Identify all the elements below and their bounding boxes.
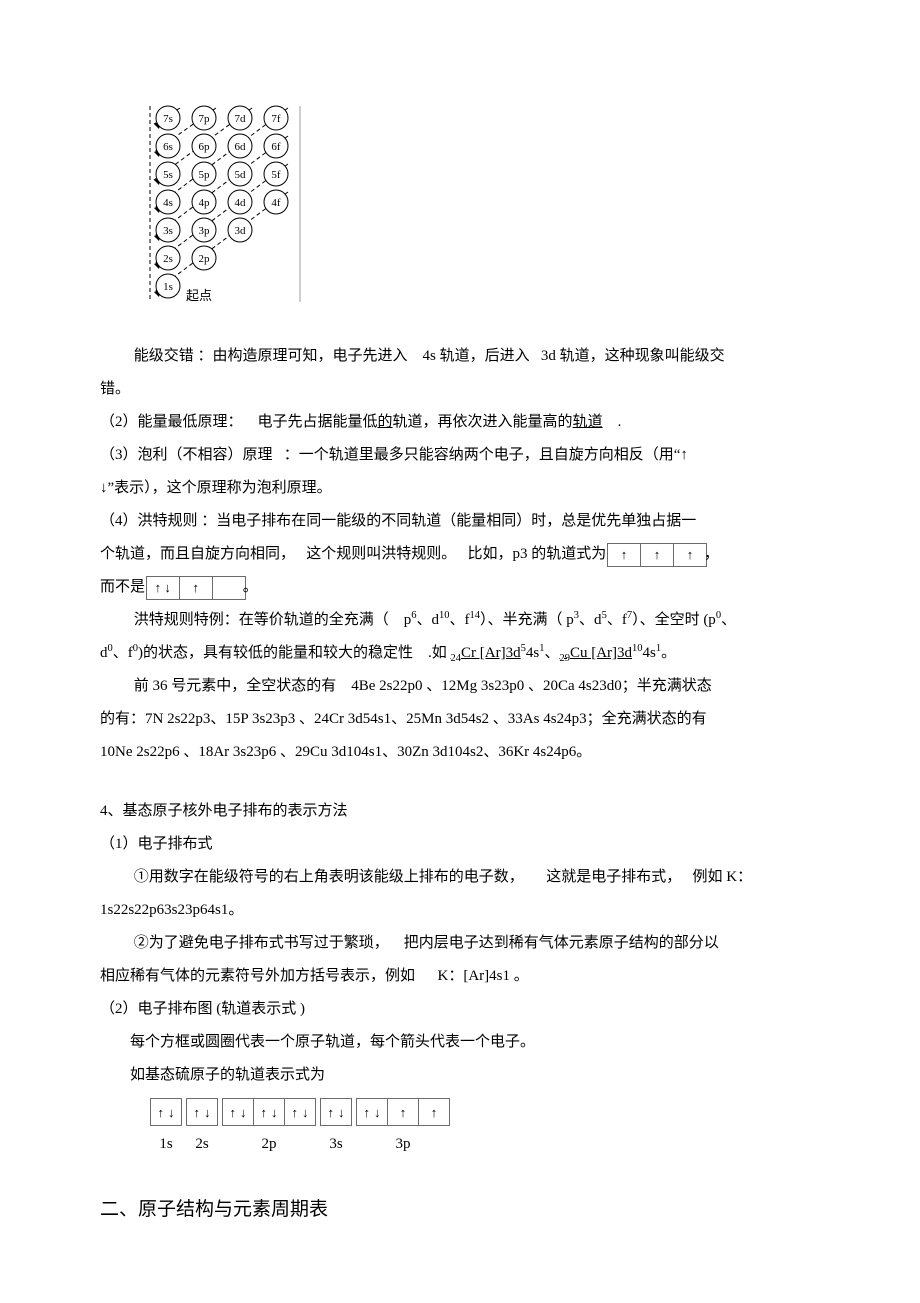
svg-text:7d: 7d xyxy=(235,113,247,125)
svg-text:2p: 2p xyxy=(199,253,211,265)
p-pauli-1: （3）泡利（不相容）原理 ：一个轨道里最多只能容纳两个电子，且自旋方向相反（用“… xyxy=(100,439,820,472)
svg-text:3s: 3s xyxy=(163,225,173,237)
p-level-cross: 能级交错 ：由构造原理可知，电子先进入 4s 轨道，后进入 3d 轨道，这种现象… xyxy=(100,340,820,373)
svg-text:5s: 5s xyxy=(163,169,173,181)
svg-text:4d: 4d xyxy=(235,197,247,209)
svg-text:7f: 7f xyxy=(271,113,281,125)
s4-2a: 每个方框或圆圈代表一个原子轨道，每个箭头代表一个电子。 xyxy=(100,1026,820,1059)
svg-text:4s: 4s xyxy=(163,197,173,209)
p-36-1: 前 36 号元素中，全空状态的有 4Be 2s22p0 、12Mg 3s23p0… xyxy=(100,670,820,703)
s4-2b: 如基态硫原子的轨道表示式为 xyxy=(100,1059,820,1092)
s4-2: （2）电子排布图 (轨道表示式 ) xyxy=(100,993,820,1026)
orbital-box-diagram: ↑↓1s↑↓2s↑↓↑↓↑↓2p↑↓3s↑↓↑↑3p xyxy=(150,1098,454,1161)
s4-1: （1）电子排布式 xyxy=(100,828,820,861)
svg-text:4f: 4f xyxy=(271,197,281,209)
orbital-inline-1: ↑↑↑ xyxy=(607,543,707,567)
p-hund-2: 个轨道，而且自旋方向相同， 这个规则叫洪特规则。 比如，p3 的轨道式为 ↑↑↑… xyxy=(100,538,820,571)
svg-text:6s: 6s xyxy=(163,141,173,153)
svg-text:3p: 3p xyxy=(199,225,211,237)
p-pauli-2: ↓”表示），这个原理称为泡利原理。 xyxy=(100,472,820,505)
svg-text:7p: 7p xyxy=(199,113,211,125)
svg-text:6p: 6p xyxy=(199,141,211,153)
section-2-title: 二、原子结构与元素周期表 xyxy=(100,1189,820,1231)
p-36-3: 10Ne 2s22p6 、18Ar 3s23p6 、29Cu 3d104s1、3… xyxy=(100,736,820,769)
svg-text:5p: 5p xyxy=(199,169,211,181)
svg-text:1s: 1s xyxy=(163,281,173,293)
s4-title: 4、基态原子核外电子排布的表示方法 xyxy=(100,795,820,828)
s4-1a: ①用数字在能级符号的右上角表明该能级上排布的电子数， 这就是电子排布式， 例如 … xyxy=(100,861,820,894)
svg-text:起点: 起点 xyxy=(186,288,212,303)
p-hund-special-2: d0、f0)的状态，具有较低的能量和较大的稳定性 .如 24Cr [Ar]3d5… xyxy=(100,637,820,670)
s4-1d: 相应稀有气体的元素符号外加方括号表示，例如 K：[Ar]4s1 。 xyxy=(100,960,820,993)
p-lowest-energy: （2）能量最低原理： 电子先占据能量低的轨道，再依次进入能量高的轨道 . xyxy=(100,406,820,439)
svg-text:3d: 3d xyxy=(235,225,247,237)
svg-text:6f: 6f xyxy=(271,141,281,153)
s4-1c: ②为了避免电子排布式书写过于繁琐， 把内层电子达到稀有气体元素原子结构的部分以 xyxy=(100,927,820,960)
p-36-2: 的有：7N 2s22p3、15P 3s23p3 、24Cr 3d54s1、25M… xyxy=(100,703,820,736)
p-hund-3: 而不是 ↑ ↓↑ 。 xyxy=(100,571,820,604)
svg-text:7s: 7s xyxy=(163,113,173,125)
svg-text:2s: 2s xyxy=(163,253,173,265)
svg-text:5f: 5f xyxy=(271,169,281,181)
svg-text:4p: 4p xyxy=(199,197,211,209)
svg-text:6d: 6d xyxy=(235,141,247,153)
svg-text:5d: 5d xyxy=(235,169,247,181)
p-hund-special-1: 洪特规则特例：在等价轨道的全充满（ p6、d10、f14）、半充满（ p3、d5… xyxy=(100,604,820,637)
orbital-inline-2: ↑ ↓↑ xyxy=(146,576,246,600)
p-hund-1: （4）洪特规则 ：当电子排布在同一能级的不同轨道（能量相同）时，总是优先单独占据… xyxy=(100,505,820,538)
p-level-cross-2: 错。 xyxy=(100,373,820,406)
aufbau-diagram: 7s 7p 7d 7f 6s 6p 6d 6f 5s 5p 5d 5f 4s 4p 4d 4f 3s 3p 3d 2s… xyxy=(140,100,820,330)
s4-1b: 1s22s22p63s23p64s1。 xyxy=(100,894,820,927)
